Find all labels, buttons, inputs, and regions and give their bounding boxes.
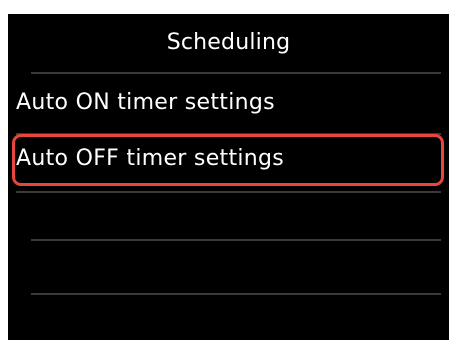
menu-item-label: Auto OFF timer settings bbox=[16, 146, 285, 171]
menu-item-auto-on-timer-settings[interactable]: Auto ON timer settings bbox=[8, 76, 449, 132]
divider bbox=[31, 293, 441, 295]
menu-item-label: Auto ON timer settings bbox=[16, 90, 275, 115]
divider bbox=[31, 72, 441, 74]
page-title: Scheduling bbox=[166, 30, 291, 55]
empty-menu-row bbox=[8, 241, 449, 293]
menu-item-auto-off-timer-settings[interactable]: Auto OFF timer settings bbox=[8, 134, 449, 188]
printer-touch-screen: Scheduling Auto ON timer settings Auto O… bbox=[8, 14, 449, 340]
